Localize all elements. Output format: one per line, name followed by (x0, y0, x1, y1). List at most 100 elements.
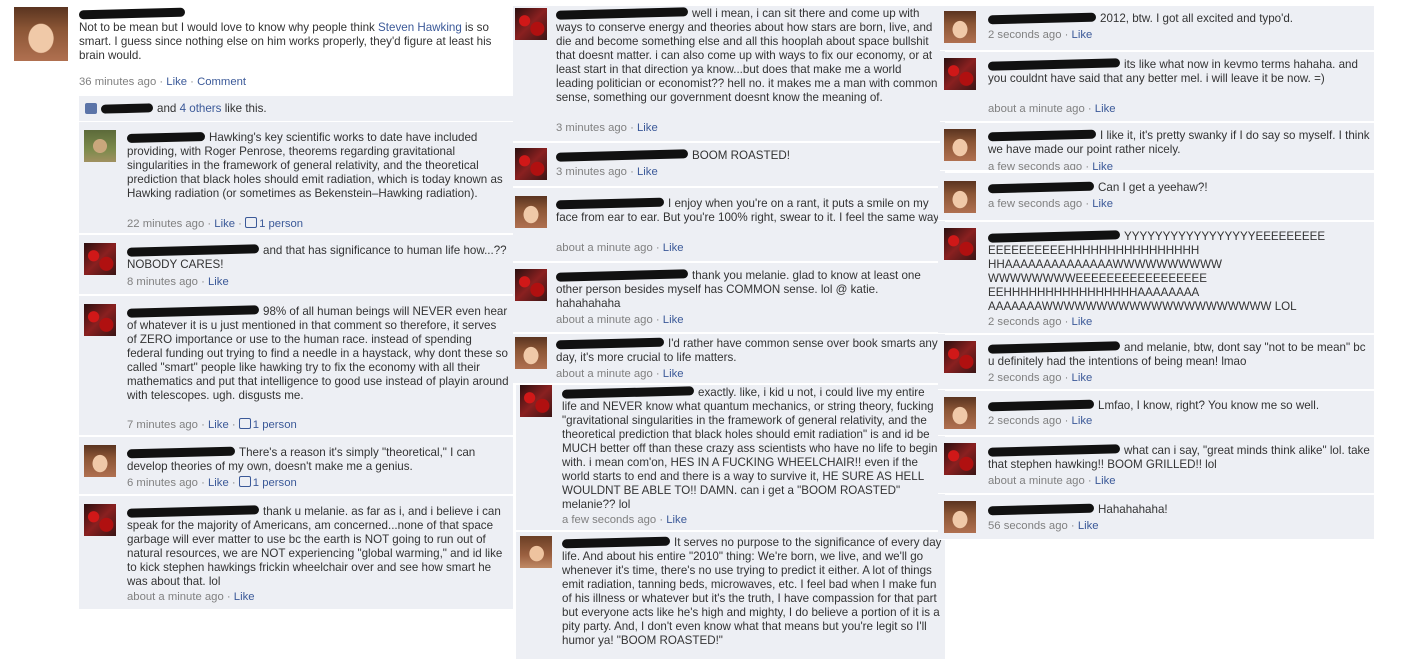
comment: Hahahahaha! 56 seconds ago · Like (938, 495, 1374, 540)
commenter-avatar[interactable] (515, 8, 547, 40)
commenter-avatar[interactable] (944, 341, 976, 373)
redacted-name (987, 130, 1097, 142)
comment-like-link[interactable]: Like (208, 419, 229, 431)
redacted-name (987, 400, 1095, 412)
commenter-avatar[interactable] (944, 443, 976, 475)
commenter-avatar[interactable] (944, 397, 976, 429)
redacted-name (987, 504, 1095, 516)
comment: It serves no purpose to the significance… (516, 532, 945, 660)
commenter-avatar[interactable] (944, 501, 976, 533)
redacted-name (561, 537, 671, 549)
likers-link[interactable]: 1 person (253, 477, 297, 489)
redacted-name (126, 447, 236, 459)
thumbs-up-icon (238, 418, 251, 429)
commenter-avatar[interactable] (944, 129, 976, 161)
comment-like-link[interactable]: Like (1072, 415, 1093, 427)
comment: what can i say, "great minds think alike… (938, 437, 1374, 494)
comment-like-link[interactable]: Like (1072, 316, 1093, 328)
comment-like-link[interactable]: Like (1072, 29, 1093, 41)
commenter-avatar[interactable] (944, 11, 976, 43)
comment-like-link[interactable]: Like (208, 276, 229, 288)
commenter-avatar[interactable] (520, 536, 552, 568)
redacted-name (100, 103, 154, 115)
commenter-avatar[interactable] (84, 130, 116, 162)
commenter-avatar[interactable] (515, 337, 547, 369)
comment: I enjoy when you're on a rant, it puts a… (513, 188, 945, 262)
redacted-name (78, 8, 186, 20)
redacted-name (555, 149, 689, 163)
commenter-avatar[interactable] (84, 504, 116, 536)
comment-like-link[interactable]: Like (1072, 372, 1093, 384)
redacted-name (126, 305, 260, 319)
comment-like-link[interactable]: Like (663, 242, 684, 254)
redacted-name (987, 444, 1121, 458)
redacted-name (987, 182, 1095, 194)
redacted-name (555, 198, 665, 210)
comment-like-link[interactable]: Like (234, 591, 255, 603)
comment: BOOM ROASTED! 3 minutes ago · Like (513, 143, 945, 187)
comment: 98% of all human beings will NEVER even … (79, 296, 513, 436)
comment-like-link[interactable]: Like (1095, 103, 1116, 115)
redacted-name (555, 7, 689, 21)
comment-like-link[interactable]: Like (208, 477, 229, 489)
comment: its like what now in kevmo terms hahaha.… (940, 52, 1374, 122)
redacted-name (987, 58, 1121, 72)
redacted-name (987, 230, 1121, 244)
post-body: Not to be mean but I would love to know … (78, 7, 507, 63)
comment: I'd rather have common sense over book s… (513, 334, 945, 384)
post-comment-link[interactable]: Comment (197, 76, 246, 88)
comment: thank you melanie. glad to know at least… (513, 263, 945, 333)
comment-like-link[interactable]: Like (1092, 198, 1113, 210)
comment-like-link[interactable]: Like (1095, 475, 1116, 487)
comment-like-link[interactable]: Like (663, 368, 684, 380)
steven-hawking-link[interactable]: Steven Hawking (378, 21, 462, 34)
commenter-avatar[interactable] (84, 304, 116, 336)
comment: and that has significance to human life … (79, 235, 513, 295)
commenter-avatar[interactable] (944, 58, 976, 90)
comment: and melanie, btw, dont say "not to be me… (938, 335, 1374, 390)
comment-like-link[interactable]: Like (666, 514, 687, 526)
commenter-avatar[interactable] (944, 228, 976, 260)
comment-like-link[interactable]: Like (663, 314, 684, 326)
comment: exactly. like, i kid u not, i could live… (516, 385, 945, 531)
post-like-link[interactable]: Like (166, 76, 187, 88)
redacted-name (561, 386, 695, 400)
comment-like-link[interactable]: Like (1092, 161, 1113, 170)
redacted-name (126, 132, 206, 144)
comment-like-link[interactable]: Like (1078, 520, 1099, 532)
commenter-avatar[interactable] (515, 269, 547, 301)
comment-like-link[interactable]: Like (637, 122, 658, 134)
likers-link[interactable]: 1 person (253, 419, 297, 431)
redacted-name (555, 269, 689, 283)
commenter-avatar[interactable] (84, 445, 116, 477)
commenter-avatar[interactable] (84, 243, 116, 275)
post-time[interactable]: 36 minutes ago (79, 76, 156, 88)
post-meta: 36 minutes ago · Like · Comment (79, 76, 247, 88)
comment: Can I get a yeehaw?! a few seconds ago ·… (938, 173, 1374, 221)
redacted-name (126, 244, 260, 258)
redacted-name (126, 505, 260, 519)
comment-like-link[interactable]: Like (214, 218, 235, 230)
comment-like-link[interactable]: Like (637, 166, 658, 178)
comment: thank u melanie. as far as i, and i beli… (79, 496, 513, 610)
likers-link[interactable]: 1 person (259, 218, 303, 230)
redacted-name (987, 341, 1121, 355)
comment: 2012, btw. I got all excited and typo'd.… (940, 6, 1374, 51)
thumbs-up-icon (238, 476, 251, 487)
commenter-avatar[interactable] (515, 196, 547, 228)
likes-bar: and 4 others like this. (79, 96, 513, 122)
thumbs-up-icon (245, 217, 258, 228)
thumbs-up-icon (85, 103, 97, 114)
column-left: Not to be mean but I would love to know … (0, 0, 515, 660)
redacted-name (987, 13, 1097, 25)
redacted-name (555, 338, 665, 350)
comment: There's a reason it's simply "theoretica… (79, 437, 513, 495)
others-link[interactable]: 4 others (180, 102, 222, 115)
commenter-avatar[interactable] (944, 181, 976, 213)
commenter-avatar[interactable] (515, 148, 547, 180)
column-middle: well i mean, i can sit there and come up… (513, 0, 945, 660)
column-right: 2012, btw. I got all excited and typo'd.… (938, 0, 1374, 660)
comment: Lmfao, I know, right? You know me so wel… (938, 391, 1374, 436)
post-author-avatar[interactable] (14, 7, 68, 61)
commenter-avatar[interactable] (520, 385, 552, 417)
